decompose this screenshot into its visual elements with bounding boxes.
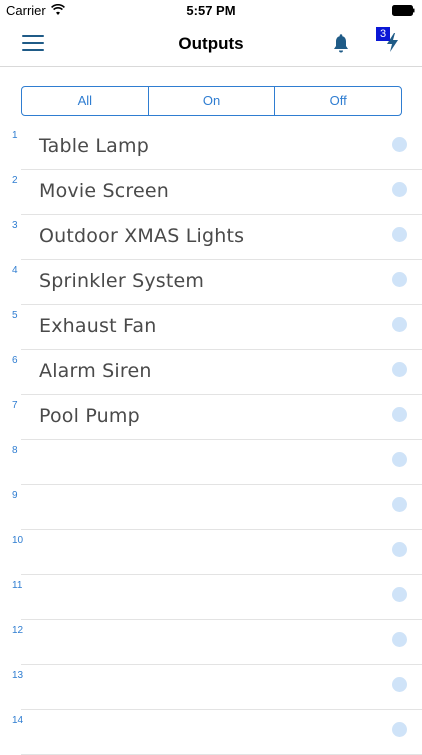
output-row[interactable]: 4 Sprinkler System [12, 260, 422, 305]
navigation-bar: Outputs 3 [0, 22, 422, 67]
output-number: 2 [12, 175, 18, 186]
output-number: 9 [12, 490, 18, 501]
status-bar: Carrier 5:57 PM [0, 0, 422, 22]
status-indicator [392, 317, 407, 332]
filter-on-button[interactable]: On [147, 87, 275, 115]
filter-all-button[interactable]: All [22, 87, 148, 115]
output-number: 7 [12, 400, 18, 411]
notification-badge: 3 [376, 27, 390, 41]
output-number: 13 [12, 670, 24, 681]
output-number: 1 [12, 130, 18, 141]
output-row[interactable]: 13 [12, 665, 422, 710]
output-label: Pool Pump [39, 405, 140, 427]
output-number: 5 [12, 310, 18, 321]
status-indicator [392, 407, 407, 422]
output-number: 10 [12, 535, 24, 546]
output-row[interactable]: 8 [12, 440, 422, 485]
output-number: 12 [12, 625, 24, 636]
battery-icon [392, 5, 415, 16]
output-label: Exhaust Fan [39, 315, 157, 337]
output-label: Sprinkler System [39, 270, 205, 292]
outputs-list: 1 Table Lamp 2 Movie Screen 3 Outdoor XM… [0, 125, 422, 755]
status-indicator [392, 632, 407, 647]
status-indicator [392, 677, 407, 692]
status-indicator [392, 182, 407, 197]
status-indicator [392, 722, 407, 737]
page-title: Outputs [178, 34, 244, 53]
status-indicator [392, 587, 407, 602]
status-indicator [392, 272, 407, 287]
output-row[interactable]: 5 Exhaust Fan [12, 305, 422, 350]
output-row[interactable]: 12 [12, 620, 422, 665]
output-row[interactable]: 1 Table Lamp [12, 125, 422, 170]
status-indicator [392, 362, 407, 377]
status-indicator [392, 497, 407, 512]
bell-icon[interactable] [331, 33, 351, 55]
output-number: 14 [12, 715, 24, 726]
output-row[interactable]: 14 [12, 710, 422, 755]
output-label: Outdoor XMAS Lights [39, 225, 245, 247]
output-row[interactable]: 7 Pool Pump [12, 395, 422, 440]
output-number: 11 [12, 580, 23, 591]
output-label: Movie Screen [39, 180, 169, 202]
output-number: 6 [12, 355, 18, 366]
output-label: Table Lamp [39, 135, 149, 157]
status-indicator [392, 227, 407, 242]
output-label: Alarm Siren [39, 360, 152, 382]
filter-segmented-control: All On Off [21, 86, 402, 116]
status-indicator [392, 452, 407, 467]
filter-off-button[interactable]: Off [274, 87, 401, 115]
status-indicator [392, 137, 407, 152]
status-indicator [392, 542, 407, 557]
output-row[interactable]: 2 Movie Screen [12, 170, 422, 215]
output-row[interactable]: 3 Outdoor XMAS Lights [12, 215, 422, 260]
output-number: 4 [12, 265, 18, 276]
output-row[interactable]: 6 Alarm Siren [12, 350, 422, 395]
output-number: 8 [12, 445, 18, 456]
output-row[interactable]: 11 [12, 575, 422, 620]
output-row[interactable]: 9 [12, 485, 422, 530]
output-number: 3 [12, 220, 18, 231]
output-row[interactable]: 10 [12, 530, 422, 575]
clock: 5:57 PM [186, 3, 236, 18]
